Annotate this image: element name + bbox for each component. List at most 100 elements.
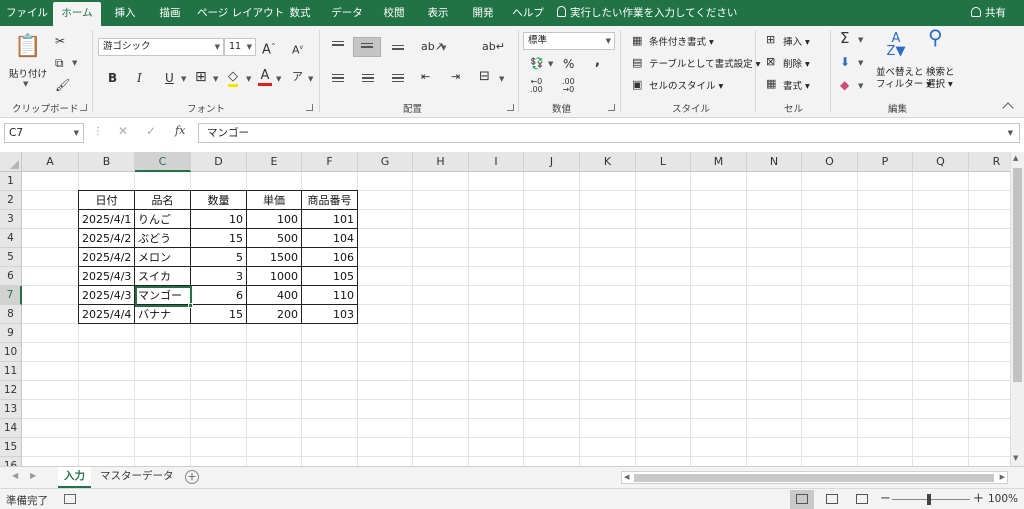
column-header[interactable]: I <box>469 152 524 172</box>
table-cell[interactable]: マンゴー <box>135 286 190 305</box>
align-left-icon[interactable] <box>332 74 344 84</box>
column-header[interactable]: R <box>969 152 1010 172</box>
column-header[interactable]: D <box>191 152 247 172</box>
expand-formula-icon[interactable]: ▼ <box>1008 124 1013 142</box>
tell-me-search[interactable]: 実行したい作業を入力してください <box>557 0 737 26</box>
row-header[interactable]: 8 <box>0 305 22 324</box>
column-header[interactable]: A <box>22 152 79 172</box>
table-cell[interactable]: 400 <box>247 286 301 305</box>
zoom-out-icon[interactable]: − <box>880 491 891 506</box>
wrap-text-icon[interactable]: ab↵ <box>482 40 505 54</box>
scroll-up-icon[interactable]: ▲ <box>1013 154 1018 162</box>
macro-record-icon[interactable] <box>64 494 76 504</box>
table-cell[interactable]: 15 <box>191 305 246 324</box>
table-cell[interactable]: 500 <box>247 229 301 248</box>
decrease-indent-icon[interactable]: ⇤ <box>421 70 430 84</box>
cancel-icon[interactable]: ✕ <box>118 124 128 138</box>
row-header[interactable]: 10 <box>0 343 22 362</box>
fill-color-dropdown-icon[interactable]: ▼ <box>246 75 251 83</box>
merge-dropdown-icon[interactable]: ▼ <box>499 75 504 83</box>
table-header-cell[interactable]: 日付 <box>79 191 134 210</box>
sheet-tab-input[interactable]: 入力 <box>58 467 91 488</box>
name-box[interactable]: C7 ▼ <box>4 123 84 143</box>
fill-color-icon[interactable]: ◇ <box>228 70 238 87</box>
percent-button[interactable]: % <box>563 57 574 71</box>
column-header[interactable]: K <box>580 152 636 172</box>
paste-dropdown-icon[interactable]: ▼ <box>23 80 28 88</box>
ribbon-tab[interactable]: ホーム <box>53 2 101 26</box>
column-header[interactable]: P <box>858 152 913 172</box>
ribbon-tab[interactable]: ヘルプ <box>508 0 548 26</box>
fill-down-icon[interactable]: ⬇ <box>840 55 850 69</box>
phonetic-icon[interactable]: ア <box>292 70 303 84</box>
table-cell[interactable]: 2025/4/4 <box>79 305 134 324</box>
increase-indent-icon[interactable]: ⇥ <box>451 70 460 84</box>
table-cell[interactable]: バナナ <box>135 305 190 324</box>
column-header[interactable]: O <box>802 152 858 172</box>
scroll-down-icon[interactable]: ▼ <box>1013 454 1018 462</box>
clear-dropdown-icon[interactable]: ▼ <box>858 82 863 90</box>
scroll-right-icon[interactable]: ▶ <box>1000 472 1005 483</box>
ribbon-tab[interactable]: 開発 <box>465 0 501 26</box>
ribbon-tab[interactable]: ページ レイアウト <box>197 0 284 26</box>
table-cell[interactable]: 2025/4/1 <box>79 210 134 229</box>
horizontal-scroll-thumb[interactable] <box>634 474 994 482</box>
table-cell[interactable]: 200 <box>247 305 301 324</box>
font-size-select[interactable]: 11 ▼ <box>224 38 256 56</box>
find-select-button[interactable]: 選択 ▾ <box>926 76 953 90</box>
font-color-dropdown-icon[interactable]: ▼ <box>276 75 281 83</box>
italic-button[interactable]: I <box>137 71 142 85</box>
column-header[interactable]: F <box>302 152 358 172</box>
clipboard-launcher-icon[interactable] <box>80 104 87 111</box>
align-right-icon[interactable] <box>392 74 404 84</box>
cut-icon[interactable]: ✂ <box>55 34 65 48</box>
table-cell[interactable]: 10 <box>191 210 246 229</box>
table-cell[interactable]: 6 <box>191 286 246 305</box>
comma-button[interactable]: , <box>595 55 600 69</box>
format-painter-icon[interactable]: 🖌 <box>55 78 70 92</box>
column-header[interactable]: M <box>691 152 747 172</box>
collapse-ribbon-icon[interactable] <box>1002 102 1014 114</box>
bold-button[interactable]: B <box>108 71 117 85</box>
border-icon[interactable]: ⊞ <box>195 70 207 84</box>
increase-font-icon[interactable]: A^ <box>262 40 276 57</box>
column-header[interactable]: J <box>524 152 580 172</box>
copy-icon[interactable]: ⧉ <box>55 56 64 70</box>
add-sheet-icon[interactable]: + <box>185 470 199 484</box>
ribbon-tab[interactable]: 挿入 <box>107 0 143 26</box>
font-launcher-icon[interactable] <box>306 104 313 111</box>
spreadsheet-grid[interactable]: ABCDEFGHIJKLMNOPQR 1 2 3 4 5 6 7 8 9 10 11 12 13 14 15… <box>0 152 1010 466</box>
table-header-cell[interactable]: 品名 <box>135 191 190 210</box>
row-header[interactable]: 5 <box>0 248 22 267</box>
find-select-icon[interactable]: ⚲ <box>928 27 943 47</box>
sort-filter-icon[interactable]: A Z▼ <box>882 32 910 58</box>
underline-dropdown-icon[interactable]: ▼ <box>181 75 186 83</box>
vertical-scrollbar[interactable]: ▲ ▼ <box>1010 152 1024 466</box>
underline-button[interactable]: U <box>165 71 174 85</box>
ribbon-tab[interactable]: 表示 <box>420 0 456 26</box>
table-header-cell[interactable]: 商品番号 <box>302 191 357 210</box>
row-header[interactable]: 12 <box>0 381 22 400</box>
align-center-icon[interactable] <box>362 74 374 84</box>
table-cell[interactable]: 100 <box>247 210 301 229</box>
ribbon-tab[interactable]: ファイル <box>6 0 48 26</box>
fill-handle[interactable] <box>188 303 193 308</box>
table-cell[interactable]: 1000 <box>247 267 301 286</box>
row-header[interactable]: 2 <box>0 191 22 210</box>
row-header[interactable]: 7 <box>0 286 22 305</box>
autosum-icon[interactable]: Σ <box>840 31 849 46</box>
ribbon-tab[interactable]: データ <box>326 0 368 26</box>
sheet-tab-master-data[interactable]: マスターデータ <box>94 467 180 488</box>
row-header[interactable]: 1 <box>0 172 22 191</box>
orientation-dropdown-icon[interactable]: ▼ <box>441 44 446 52</box>
table-cell[interactable]: スイカ <box>135 267 190 286</box>
prev-sheet-icon[interactable]: ◀ <box>12 471 18 480</box>
row-header[interactable]: 15 <box>0 438 22 457</box>
ribbon-tab[interactable]: 描画 <box>150 0 190 26</box>
alignment-launcher-icon[interactable] <box>507 104 514 111</box>
row-header[interactable]: 11 <box>0 362 22 381</box>
column-header[interactable]: Q <box>913 152 969 172</box>
increase-decimal-icon[interactable]: ←0.00 <box>530 78 543 94</box>
table-cell[interactable]: 104 <box>302 229 357 248</box>
table-cell[interactable]: 106 <box>302 248 357 267</box>
